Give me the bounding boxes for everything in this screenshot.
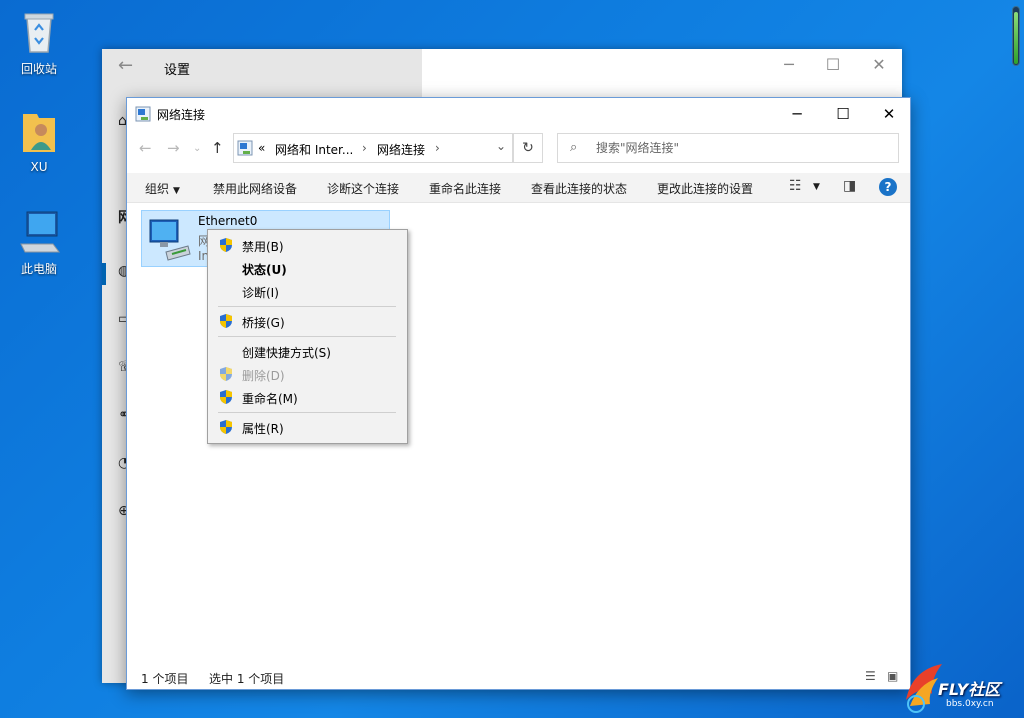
address-overflow[interactable]: « (258, 141, 265, 155)
rename-button[interactable]: 重命名此连接 (429, 180, 501, 197)
menu-item-label: 诊断(I) (242, 286, 279, 300)
back-icon[interactable]: ← (139, 139, 152, 157)
search-box[interactable]: ⌕ (557, 133, 899, 163)
menu-item-diagnose[interactable]: 诊断(I) (208, 280, 407, 302)
menu-separator (218, 306, 396, 307)
menu-item-bridge[interactable]: 桥接(G) (208, 310, 407, 332)
large-icons-view-icon[interactable]: ▣ (887, 669, 898, 683)
computer-icon (20, 211, 60, 253)
up-icon[interactable]: ↑ (211, 139, 224, 157)
desktop-icon-label: XU (30, 160, 48, 174)
menu-item-create-shortcut[interactable]: 创建快捷方式(S) (208, 340, 407, 362)
organize-button[interactable]: 组织 ▼ (145, 180, 180, 197)
network-connections-icon (135, 106, 151, 122)
shield-icon (220, 390, 232, 404)
refresh-button[interactable]: ↻ (513, 133, 543, 163)
address-dropdown-icon[interactable]: ⌄ (496, 139, 506, 153)
maximize-button[interactable]: ☐ (820, 100, 866, 128)
minimize-button[interactable]: ─ (766, 55, 812, 74)
menu-separator (218, 412, 396, 413)
maximize-button[interactable]: ☐ (810, 55, 856, 74)
menu-item-rename[interactable]: 重命名(M) (208, 386, 407, 408)
watermark-logo-text: FLY社区 (938, 680, 1001, 699)
breadcrumb-chevron-icon[interactable]: › (435, 141, 440, 155)
shield-icon (220, 238, 232, 252)
dropdown-arrow-icon: ▼ (173, 186, 180, 196)
organize-label: 组织 (145, 182, 170, 196)
menu-item-properties[interactable]: 属性(R) (208, 416, 407, 438)
menu-item-label: 禁用(B) (242, 240, 284, 254)
forward-icon[interactable]: → (167, 139, 180, 157)
command-bar: 组织 ▼ 禁用此网络设备 诊断这个连接 重命名此连接 查看此连接的状态 更改此连接… (127, 173, 910, 203)
change-view-icon[interactable]: ☷ (789, 178, 802, 194)
network-adapter-icon (149, 219, 191, 261)
selected-count: 选中 1 个项目 (209, 672, 285, 686)
shield-icon (220, 420, 232, 434)
menu-item-label: 状态(U) (242, 263, 287, 277)
back-arrow-icon[interactable]: ← (118, 55, 133, 76)
breadcrumb-network-internet[interactable]: 网络和 Inter... (275, 141, 353, 158)
help-icon[interactable]: ? (879, 178, 897, 196)
connection-name: Ethernet0 (198, 214, 258, 228)
search-icon: ⌕ (570, 140, 578, 155)
navigation-bar: ← → ⌄ ↑ « 网络和 Inter... › 网络连接 › ⌄ ↻ ⌕ (127, 129, 910, 169)
recycle-bin-icon (24, 13, 54, 53)
recent-locations-icon[interactable]: ⌄ (193, 143, 201, 154)
watermark-url: bbs.0xy.cn (946, 699, 994, 709)
view-dropdown-icon[interactable]: ▼ (813, 182, 820, 192)
menu-item-label: 创建快捷方式(S) (242, 346, 331, 360)
disable-device-button[interactable]: 禁用此网络设备 (213, 180, 297, 197)
close-button[interactable]: ✕ (866, 100, 912, 128)
desktop-icon-label: 此电脑 (20, 262, 57, 276)
close-button[interactable]: ✕ (856, 55, 902, 74)
status-bar: 1 个项目 选中 1 个项目 ☰ ▣ (127, 666, 910, 689)
preview-pane-icon[interactable]: ◨ (843, 178, 856, 194)
change-settings-button[interactable]: 更改此连接的设置 (657, 180, 753, 197)
address-bar[interactable]: « 网络和 Inter... › 网络连接 › ⌄ (233, 133, 513, 163)
breadcrumb-chevron-icon[interactable]: › (362, 141, 367, 155)
shield-icon (220, 367, 232, 381)
menu-item-delete: 删除(D) (208, 363, 407, 385)
menu-item-label: 重命名(M) (242, 392, 298, 406)
breadcrumb-network-connections[interactable]: 网络连接 (377, 141, 425, 158)
details-view-icon[interactable]: ☰ (865, 669, 876, 683)
menu-item-status[interactable]: 状态(U) (208, 257, 407, 279)
desktop-icon-recycle-bin[interactable]: 回收站 (4, 8, 74, 77)
edge-level-indicator (1012, 6, 1020, 66)
minimize-button[interactable]: ─ (774, 100, 820, 128)
diagnose-button[interactable]: 诊断这个连接 (327, 180, 399, 197)
user-folder-icon (23, 114, 55, 152)
explorer-titlebar: 网络连接 ─ ☐ ✕ (127, 98, 910, 129)
watermark: FLY社区 bbs.0xy.cn (902, 656, 1022, 716)
view-status-button[interactable]: 查看此连接的状态 (531, 180, 627, 197)
shield-icon (220, 314, 232, 328)
settings-titlebar: ← 设置 ─ ☐ ✕ (102, 49, 902, 83)
selection-indicator (102, 263, 106, 285)
item-count: 1 个项目 (141, 672, 189, 686)
desktop-icon-label: 回收站 (20, 62, 57, 76)
menu-item-label: 删除(D) (242, 369, 285, 383)
network-connections-icon (237, 140, 253, 156)
search-input[interactable] (596, 139, 886, 157)
menu-separator (218, 336, 396, 337)
desktop-icon-user-folder[interactable]: XU (4, 108, 74, 174)
desktop-icon-this-pc[interactable]: 此电脑 (4, 208, 74, 277)
context-menu: 禁用(B) 状态(U) 诊断(I) 桥接(G) 创建快捷方式(S) 删除(D) … (207, 229, 408, 444)
menu-item-disable[interactable]: 禁用(B) (208, 234, 407, 256)
window-title: 网络连接 (157, 108, 206, 122)
settings-title: 设置 (164, 63, 191, 78)
menu-item-label: 桥接(G) (242, 316, 285, 330)
menu-item-label: 属性(R) (242, 422, 284, 436)
